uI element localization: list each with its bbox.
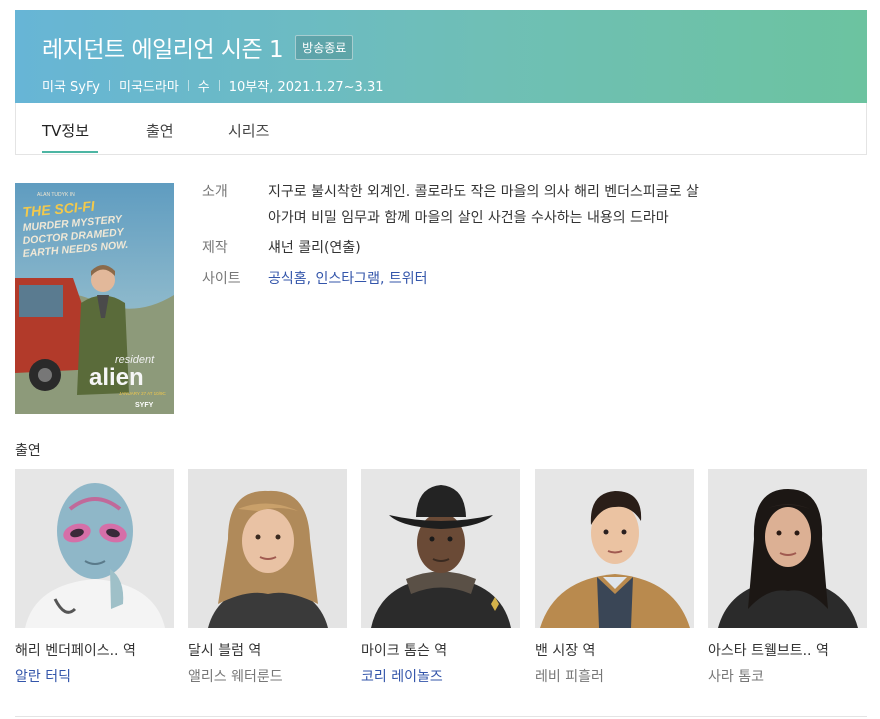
- meta-episodes-dates: 10부작, 2021.1.27~3.31: [228, 80, 384, 95]
- meta-divider: [218, 80, 220, 91]
- site-link-twitter[interactable]: 트위터: [389, 271, 428, 287]
- synopsis-line: 아가며 비밀 임무과 함께 마을의 살인 사건을 수사하는 내용의 드라마: [268, 210, 669, 226]
- cast-section-title: 출연: [15, 443, 41, 459]
- cast-actor-name: 레비 피흘러: [535, 669, 604, 685]
- poster-artwork: ALAN TUDYK IN THE SCI-FI MURDER MYSTERY …: [15, 183, 174, 414]
- site-row: 사이트 공식홈, 인스타그램, 트위터: [202, 266, 838, 292]
- status-badge: 방송종료: [295, 34, 354, 60]
- site-links: 공식홈, 인스타그램, 트위터: [268, 266, 838, 292]
- synopsis-line: 지구로 불시착한 외계인. 콜로라도 작은 마을의 의사 해리 벤더스피글로 살: [268, 184, 699, 200]
- meta-divider: [108, 80, 110, 91]
- synopsis-label: 소개: [202, 184, 228, 200]
- cast-role: 달시 블럼 역: [188, 643, 262, 659]
- program-meta: 미국 SyFy 미국드라마 수 10부작, 2021.1.27~3.31: [42, 76, 384, 95]
- synopsis-row: 소개 지구로 불시착한 외계인. 콜로라도 작은 마을의 의사 해리 벤더스피글…: [202, 179, 838, 231]
- poster-network: SYFY: [135, 402, 154, 409]
- young-man-portrait-icon: [535, 469, 694, 628]
- poster-top-text: ALAN TUDYK IN: [37, 192, 75, 198]
- sheriff-cowboy-hat-portrait-icon: [361, 469, 520, 628]
- meta-divider: [187, 80, 189, 91]
- cast-photo[interactable]: [535, 469, 694, 628]
- cast-actor-name: 앨리스 웨터룬드: [188, 669, 283, 685]
- tab-bar: TV정보 출연 시리즈: [15, 103, 867, 155]
- woman-blonde-portrait-icon: [188, 469, 347, 628]
- section-divider: [15, 716, 867, 717]
- site-link-separator: ,: [306, 271, 316, 287]
- cast-actor-link[interactable]: 알란 터딕: [15, 666, 174, 686]
- cast-card[interactable]: 아스타 트웰브트.. 역 사라 톰코: [708, 469, 867, 686]
- site-link-separator: ,: [379, 271, 389, 287]
- cast-role: 해리 벤더페이스.. 역: [15, 643, 136, 659]
- tab-tv-info[interactable]: TV정보: [42, 120, 89, 141]
- poster-image[interactable]: ALAN TUDYK IN THE SCI-FI MURDER MYSTERY …: [15, 183, 174, 414]
- cast-role: 밴 시장 역: [535, 643, 596, 659]
- cast-photo[interactable]: [188, 469, 347, 628]
- cast-photo[interactable]: [361, 469, 520, 628]
- cast-actor-name: 사라 톰코: [708, 669, 764, 685]
- poster-date: JANUARY 27 AT 10/9C: [119, 391, 166, 396]
- cast-photo[interactable]: [15, 469, 174, 628]
- title-row: 레지던트 에일리언 시즌 1 방송종료: [42, 30, 354, 64]
- tab-cast[interactable]: 출연: [146, 120, 174, 141]
- cast-role: 마이크 톰슨 역: [361, 643, 448, 659]
- synopsis-text: 지구로 불시착한 외계인. 콜로라도 작은 마을의 의사 해리 벤더스피글로 살…: [268, 179, 838, 231]
- cast-photo[interactable]: [708, 469, 867, 628]
- site-label: 사이트: [202, 271, 241, 287]
- active-tab-indicator: [42, 151, 98, 153]
- production-label: 제작: [202, 240, 228, 256]
- cast-card[interactable]: 마이크 톰슨 역 코리 레이놀즈: [361, 469, 520, 686]
- meta-genre: 미국드라마: [118, 80, 179, 95]
- meta-airday: 수: [197, 80, 210, 95]
- production-row: 제작 섀넌 콜리(연출): [202, 235, 838, 261]
- program-title: 레지던트 에일리언 시즌 1: [42, 37, 284, 63]
- alien-portrait-icon: [15, 469, 174, 628]
- production-value: 섀넌 콜리(연출): [268, 240, 361, 256]
- site-link-official[interactable]: 공식홈: [268, 271, 307, 287]
- cast-card[interactable]: 밴 시장 역 레비 피흘러: [535, 469, 694, 686]
- cast-actor-link[interactable]: 코리 레이놀즈: [361, 666, 520, 686]
- site-link-instagram[interactable]: 인스타그램: [316, 271, 380, 287]
- cast-card[interactable]: 해리 벤더페이스.. 역 알란 터딕: [15, 469, 174, 686]
- meta-channel: 미국 SyFy: [42, 80, 100, 95]
- poster-logo-large: alien: [89, 364, 144, 391]
- cast-card[interactable]: 달시 블럼 역 앨리스 웨터룬드: [188, 469, 347, 686]
- program-header: 레지던트 에일리언 시즌 1 방송종료 미국 SyFy 미국드라마 수 10부작…: [15, 10, 867, 103]
- tab-series[interactable]: 시리즈: [228, 120, 269, 141]
- cast-role: 아스타 트웰브트.. 역: [708, 643, 829, 659]
- woman-dark-hair-portrait-icon: [708, 469, 867, 628]
